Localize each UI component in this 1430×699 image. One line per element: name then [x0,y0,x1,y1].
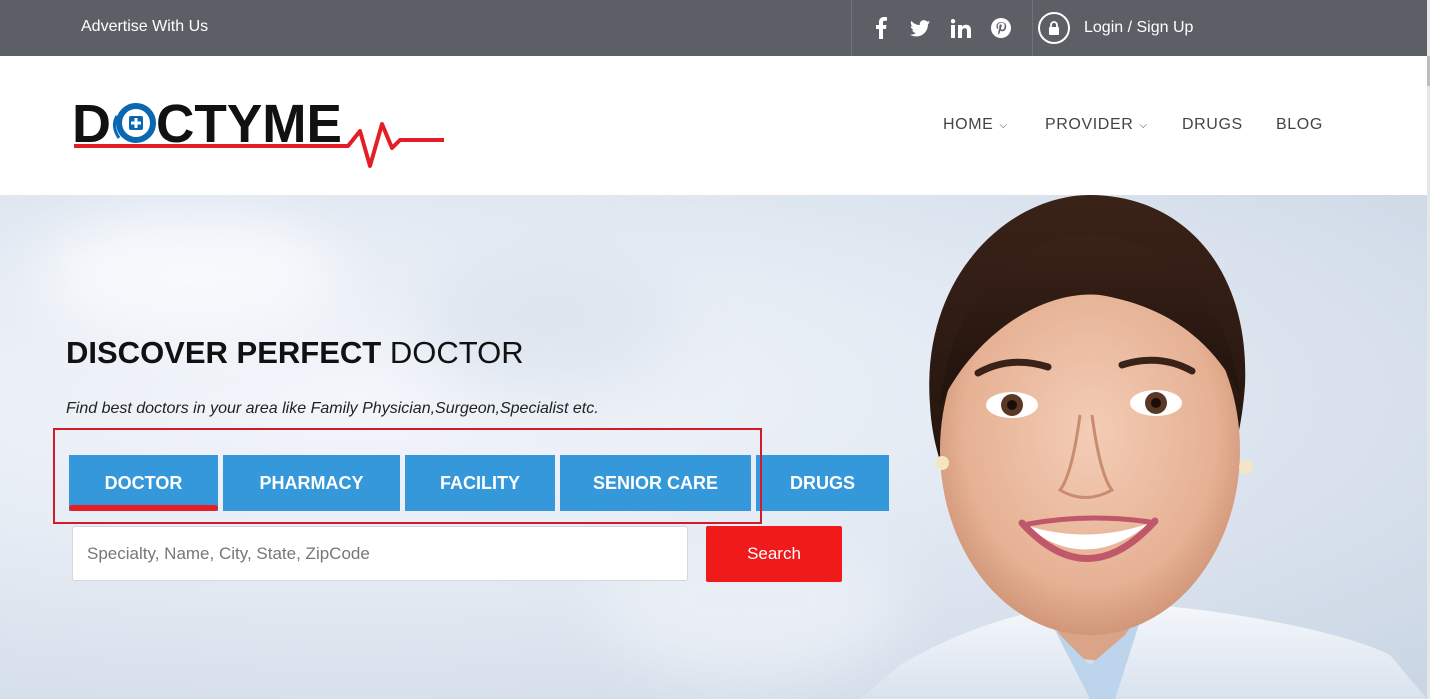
divider [1032,0,1033,56]
doctor-photo [860,195,1427,699]
search-input[interactable] [72,526,688,581]
nav-home-label: HOME [943,116,994,133]
tab-doctor[interactable]: DOCTOR [69,455,218,511]
nav-provider-label: PROVIDER [1045,116,1134,133]
tab-facility[interactable]: FACILITY [405,455,555,511]
hero-title-bold: DISCOVER PERFECT [66,335,382,370]
tab-pharmacy[interactable]: PHARMACY [223,455,400,511]
facebook-icon[interactable] [868,14,894,42]
hero-title-light: DOCTOR [389,335,524,370]
divider [851,0,852,56]
twitter-icon[interactable] [906,14,934,42]
nav-drugs[interactable]: DRUGS [1182,116,1243,134]
pinterest-icon[interactable] [988,14,1014,42]
hero-section: DISCOVER PERFECT DOCTOR Find best doctor… [0,195,1427,699]
nav-home[interactable]: HOME ⌵ [943,116,1008,134]
tab-doctor-label: DOCTOR [104,472,183,493]
tab-senior-care-label: SENIOR CARE [592,472,718,493]
login-signup-link[interactable]: Login / Sign Up [1038,12,1193,44]
chevron-down-icon: ⌵ [1139,119,1148,131]
nav-provider[interactable]: PROVIDER ⌵ [1045,116,1148,134]
hero-subtitle: Find best doctors in your area like Fami… [66,400,599,417]
nav-blog[interactable]: BLOG [1276,116,1323,134]
hero-title: DISCOVER PERFECT DOCTOR [66,335,524,371]
login-label: Login / Sign Up [1084,19,1194,36]
background-blur [420,235,680,395]
top-bar: Advertise With Us Login / Sign Up [0,0,1427,56]
linkedin-icon[interactable] [947,14,975,42]
background-blur [40,215,340,335]
nav-blog-label: BLOG [1276,116,1323,133]
tab-drugs[interactable]: DRUGS [756,455,889,511]
site-header: D CTYME HOME ⌵ PROVIDER ⌵ DRUGS BLOG [0,56,1427,195]
advertise-link[interactable]: Advertise With Us [81,18,208,36]
search-button[interactable]: Search [706,526,842,582]
logo[interactable]: D CTYME [70,86,450,176]
chevron-down-icon: ⌵ [999,119,1008,131]
tab-drugs-label: DRUGS [789,472,855,493]
tab-pharmacy-label: PHARMACY [259,472,364,493]
lock-icon [1038,12,1070,44]
tab-senior-care[interactable]: SENIOR CARE [560,455,751,511]
tab-facility-label: FACILITY [440,472,520,493]
active-tab-indicator [69,505,218,511]
nav-drugs-label: DRUGS [1182,116,1243,133]
